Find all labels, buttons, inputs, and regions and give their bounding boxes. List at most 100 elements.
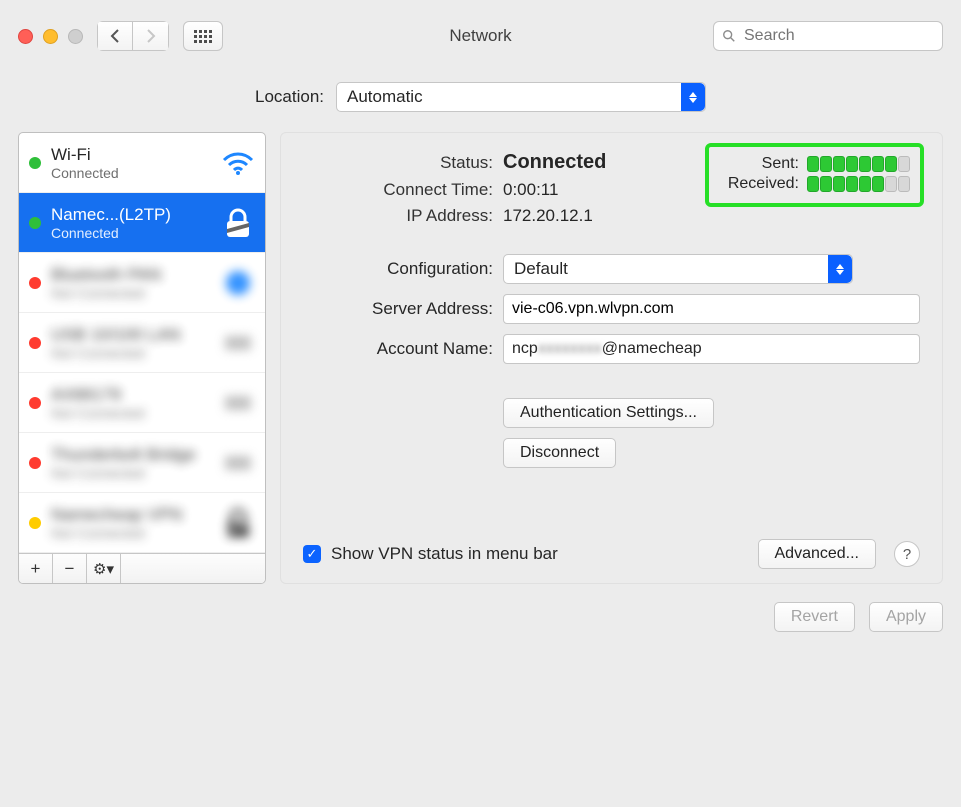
advanced-button[interactable]: Advanced... — [758, 539, 877, 569]
sidebar-item-label: Bluetooth PAN — [51, 265, 211, 285]
sidebar-item-label: AX88179 — [51, 385, 211, 405]
lock-icon — [221, 206, 255, 240]
received-bars — [807, 176, 910, 192]
traffic-bar — [846, 156, 858, 172]
sidebar-item[interactable]: Thunderbolt BridgeNot Connected — [19, 433, 265, 493]
location-row: Location: Automatic — [18, 82, 943, 112]
grid-icon — [194, 30, 212, 43]
status-dot-icon — [29, 157, 41, 169]
server-address-label: Server Address: — [303, 299, 493, 319]
eth-icon — [221, 446, 255, 480]
status-dot-icon — [29, 397, 41, 409]
sidebar-item[interactable]: Namecheap VPNNot Connected — [19, 493, 265, 553]
zoom-window-button[interactable] — [68, 29, 83, 44]
eth-icon — [221, 326, 255, 360]
status-dot-icon — [29, 337, 41, 349]
sidebar-item-sublabel: Not Connected — [51, 405, 211, 421]
sidebar-item-label: Wi-Fi — [51, 145, 211, 165]
show-vpn-status-label: Show VPN status in menu bar — [331, 544, 558, 564]
show-vpn-status-checkbox[interactable]: ✓ — [303, 545, 321, 563]
disconnect-button[interactable]: Disconnect — [503, 438, 616, 468]
account-name-input[interactable]: ncpxxxxxxxx@namecheap — [503, 334, 920, 364]
sidebar-buttons: + − ⚙︎▾ — [19, 553, 265, 583]
authentication-settings-button[interactable]: Authentication Settings... — [503, 398, 714, 428]
remove-interface-button[interactable]: − — [53, 554, 87, 583]
sidebar-item[interactable]: USB 10/100 LANNot Connected — [19, 313, 265, 373]
ip-address-label: IP Address: — [303, 206, 493, 226]
sidebar-spacer — [121, 554, 265, 583]
sidebar-item-label: Thunderbolt Bridge — [51, 445, 211, 465]
location-label: Location: — [255, 87, 324, 107]
search-field[interactable] — [713, 21, 943, 51]
status-dot-icon — [29, 517, 41, 529]
wifi-icon — [221, 146, 255, 180]
interface-sidebar: Wi-FiConnectedNamec...(L2TP)ConnectedBlu… — [18, 132, 266, 584]
chevron-up-down-icon — [828, 255, 852, 283]
traffic-bar — [898, 176, 910, 192]
revert-button[interactable]: Revert — [774, 602, 855, 632]
account-name-label: Account Name: — [303, 339, 493, 359]
sidebar-item-sublabel: Not Connected — [51, 345, 211, 361]
help-button[interactable]: ? — [894, 541, 920, 567]
traffic-bar — [885, 156, 897, 172]
traffic-bar — [859, 176, 871, 192]
back-button[interactable] — [97, 21, 133, 51]
interface-actions-button[interactable]: ⚙︎▾ — [87, 554, 121, 583]
close-window-button[interactable] — [18, 29, 33, 44]
sidebar-item[interactable]: Namec...(L2TP)Connected — [19, 193, 265, 253]
lock-icon — [221, 506, 255, 540]
ip-address-value: 172.20.12.1 — [503, 206, 920, 226]
configuration-label: Configuration: — [303, 259, 493, 279]
interface-detail-panel: Status: Connected Connect Time: 0:00:11 … — [280, 132, 943, 584]
traffic-bar — [820, 176, 832, 192]
apply-button[interactable]: Apply — [869, 602, 943, 632]
server-address-input[interactable] — [503, 294, 920, 324]
configuration-value: Default — [514, 259, 568, 279]
traffic-stats-box: Sent: Received: — [705, 143, 924, 207]
window-traffic-lights — [18, 29, 83, 44]
minimize-window-button[interactable] — [43, 29, 58, 44]
show-all-button[interactable] — [183, 21, 223, 51]
sidebar-item-label: USB 10/100 LAN — [51, 325, 211, 345]
received-label: Received: — [719, 175, 799, 193]
status-dot-icon — [29, 457, 41, 469]
traffic-bar — [872, 176, 884, 192]
main-area: Wi-FiConnectedNamec...(L2TP)ConnectedBlu… — [18, 132, 943, 584]
traffic-bar — [885, 176, 897, 192]
traffic-bar — [859, 156, 871, 172]
sidebar-item[interactable]: Wi-FiConnected — [19, 133, 265, 193]
status-dot-icon — [29, 217, 41, 229]
footer-buttons: Revert Apply — [18, 602, 943, 632]
bt-icon — [221, 266, 255, 300]
traffic-bar — [846, 176, 858, 192]
search-input[interactable] — [742, 26, 934, 46]
window-toolbar: Network — [18, 18, 943, 54]
sidebar-item[interactable]: AX88179Not Connected — [19, 373, 265, 433]
sidebar-item-label: Namecheap VPN — [51, 505, 211, 525]
traffic-bar — [898, 156, 910, 172]
status-label: Status: — [303, 153, 493, 173]
eth-icon — [221, 386, 255, 420]
location-value: Automatic — [347, 87, 423, 107]
sidebar-item-sublabel: Not Connected — [51, 525, 211, 541]
status-dot-icon — [29, 277, 41, 289]
traffic-bar — [807, 156, 819, 172]
sent-label: Sent: — [719, 155, 799, 173]
forward-button[interactable] — [133, 21, 169, 51]
traffic-bar — [833, 156, 845, 172]
connect-time-label: Connect Time: — [303, 180, 493, 200]
add-interface-button[interactable]: + — [19, 554, 53, 583]
sidebar-item-sublabel: Not Connected — [51, 285, 211, 301]
traffic-bar — [872, 156, 884, 172]
configuration-select[interactable]: Default — [503, 254, 853, 284]
sidebar-item-sublabel: Not Connected — [51, 465, 211, 481]
sidebar-item-sublabel: Connected — [51, 225, 211, 241]
sidebar-item-label: Namec...(L2TP) — [51, 205, 211, 225]
nav-back-forward — [97, 21, 169, 51]
traffic-bar — [833, 176, 845, 192]
sidebar-item[interactable]: Bluetooth PANNot Connected — [19, 253, 265, 313]
location-select[interactable]: Automatic — [336, 82, 706, 112]
sidebar-item-sublabel: Connected — [51, 165, 211, 181]
sent-bars — [807, 156, 910, 172]
search-icon — [722, 29, 736, 43]
